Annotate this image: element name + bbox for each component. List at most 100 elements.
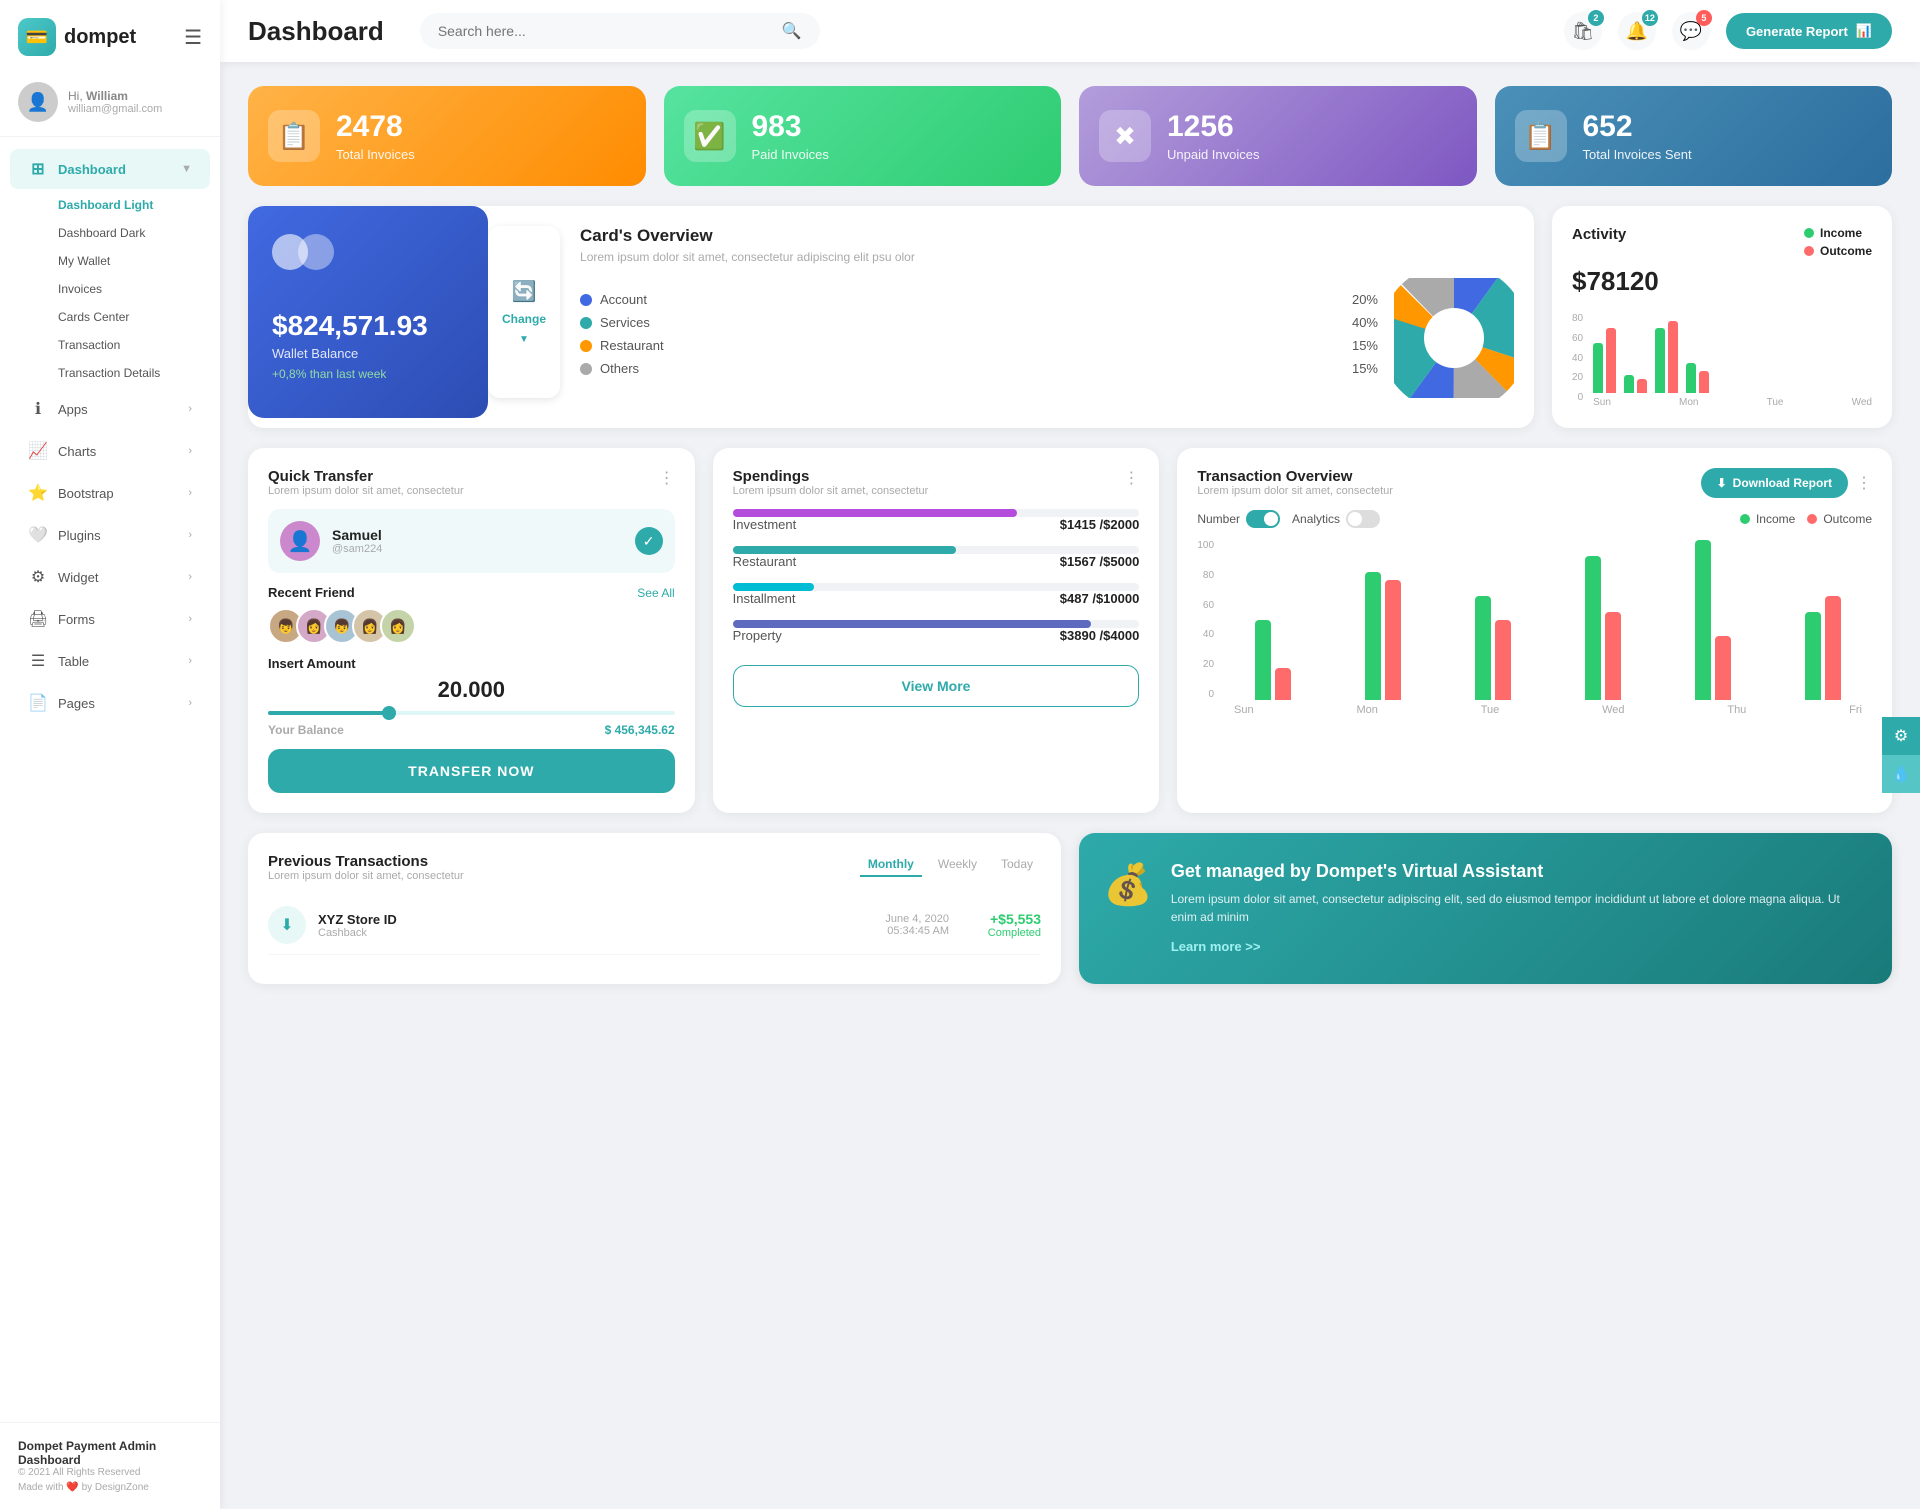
bootstrap-icon: ⭐ [28,483,48,503]
amount-label: Insert Amount [268,656,675,671]
to-bar-mon-income [1365,572,1381,700]
to-bar-group-tue [1444,596,1542,700]
to-more-icon[interactable]: ⋮ [1856,473,1872,493]
subnav-invoices[interactable]: Invoices [48,275,220,303]
tab-monthly[interactable]: Monthly [860,853,922,877]
va-desc: Lorem ipsum dolor sit amet, consectetur … [1171,890,1868,926]
stat-card-total-invoices: 📋 2478 Total Invoices [248,86,646,186]
bar-sun-outcome [1606,328,1616,393]
sp-title: Spendings [733,468,929,485]
settings-float-button[interactable]: ⚙ [1882,717,1920,755]
activity-yaxis: 80 60 40 20 0 [1572,313,1587,403]
tab-weekly[interactable]: Weekly [930,853,985,877]
bar-group-wed [1686,363,1709,393]
to-bar-group-wed [1554,556,1652,700]
wallet-card: $824,571.93 Wallet Balance +0,8% than la… [248,206,488,418]
footer-made: Made with ❤️ by DesignZone [18,1482,202,1493]
sidebar-item-label: Bootstrap [58,486,114,501]
to-bar-thu-income [1695,540,1711,700]
generate-report-label: Generate Report [1746,24,1848,39]
hamburger-icon[interactable]: ☰ [184,25,202,50]
widget-icon: ⚙ [28,567,48,587]
refresh-icon: 🔄 [512,279,537,304]
bar-mon-income [1624,375,1634,393]
sidebar-item-widget[interactable]: ⚙ Widget › [10,557,210,597]
sp-title-group: Spendings Lorem ipsum dolor sit amet, co… [733,468,929,497]
sidebar-item-pages[interactable]: 📄 Pages › [10,683,210,723]
sidebar-item-bootstrap[interactable]: ⭐ Bootstrap › [10,473,210,513]
bell-icon-btn[interactable]: 🔔 12 [1618,12,1656,50]
transfer-now-button[interactable]: TRANSFER NOW [268,749,675,793]
to-bar-labels: Sun Mon Tue Wed Thu Fri [1224,704,1872,716]
bar-sun-income [1593,343,1603,393]
chevron-right-icon: › [188,529,192,541]
see-all-link[interactable]: See All [637,586,674,600]
subnav-transaction-details[interactable]: Transaction Details [48,359,220,387]
virtual-assistant-card: 💰 Get managed by Dompet's Virtual Assist… [1079,833,1892,984]
va-learn-more-link[interactable]: Learn more >> [1171,939,1261,954]
others-dot [580,363,592,375]
co-services-row: Services 40% [580,315,1378,330]
sidebar-logo: 💳 dompet ☰ [0,0,220,68]
to-bar-fri-outcome [1825,596,1841,700]
to-yaxis: 100 80 60 40 20 0 [1197,540,1218,700]
subnav-dashboard-dark[interactable]: Dashboard Dark [48,219,220,247]
logo-icon: 💳 [18,18,56,56]
number-toggle: Number [1197,510,1280,528]
tx-download-icon: ⬇ [268,906,306,944]
sidebar-item-plugins[interactable]: 🤍 Plugins › [10,515,210,555]
view-more-button[interactable]: View More [733,665,1140,707]
subnav-my-wallet[interactable]: My Wallet [48,247,220,275]
download-report-button[interactable]: ⬇ Download Report [1701,468,1848,498]
qt-user-handle: @sam224 [332,543,623,555]
sidebar-item-table[interactable]: ☰ Table › [10,641,210,681]
number-toggle-label: Number [1197,512,1240,526]
spendings-more-icon[interactable]: ⋮ [1123,468,1139,488]
search-box: 🔍 [420,13,820,49]
more-options-icon[interactable]: ⋮ [659,468,675,488]
search-input[interactable] [438,23,774,39]
wallet-icon-btn[interactable]: 🛍 2 [1564,12,1602,50]
to-header: Transaction Overview Lorem ipsum dolor s… [1197,468,1872,498]
subnav-dashboard-light[interactable]: Dashboard Light [48,191,220,219]
restaurant-value: $1567 /$5000 [1060,554,1140,569]
subnav-cards-center[interactable]: Cards Center [48,303,220,331]
restaurant-pct: 15% [1352,338,1378,353]
table-icon: ☰ [28,651,48,671]
prev-tx-desc: Lorem ipsum dolor sit amet, consectetur [268,870,464,882]
to-outcome-dot [1807,514,1817,524]
amount-slider[interactable] [268,711,675,715]
co-restaurant-row: Restaurant 15% [580,338,1378,353]
chevron-right-icon: › [188,403,192,415]
to-legend: Income Outcome [1740,512,1872,526]
bar-tue-income [1655,328,1665,393]
wallet-cards-section: $824,571.93 Wallet Balance +0,8% than la… [248,206,1534,428]
activity-legend: Income Outcome [1804,226,1872,258]
friend-avatar-5[interactable]: 👩 [380,608,416,644]
footer-copy: © 2021 All Rights Reserved [18,1467,202,1478]
qt-header: Quick Transfer Lorem ipsum dolor sit ame… [268,468,675,497]
sp-desc: Lorem ipsum dolor sit amet, consectetur [733,485,929,497]
analytics-toggle-switch[interactable] [1346,510,1380,528]
income-dot [1804,228,1814,238]
sidebar-item-apps[interactable]: ℹ Apps › [10,389,210,429]
subnav-transaction[interactable]: Transaction [48,331,220,359]
sidebar-item-charts[interactable]: 📈 Charts › [10,431,210,471]
logo-text: dompet [64,26,136,49]
qt-friends-header: Recent Friend See All [268,585,675,600]
tab-today[interactable]: Today [993,853,1041,877]
analytics-toggle-label: Analytics [1292,512,1340,526]
sidebar-item-forms[interactable]: 🖨 Forms › [10,599,210,639]
sidebar-item-dashboard[interactable]: ⊞ Dashboard ▼ [10,149,210,189]
bar-tue-outcome [1668,321,1678,393]
qt-user-avatar: 👤 [280,521,320,561]
theme-float-button[interactable]: 💧 [1882,755,1920,793]
to-chart-container: 100 80 60 40 20 0 [1197,540,1872,716]
right-float-panel: ⚙ 💧 [1882,717,1920,793]
message-icon-btn[interactable]: 💬 5 [1672,12,1710,50]
number-toggle-switch[interactable] [1246,510,1280,528]
toggle-knob [1264,512,1278,526]
generate-report-button[interactable]: Generate Report 📊 [1726,13,1892,49]
unpaid-invoices-number: 1256 [1167,110,1260,143]
change-button[interactable]: 🔄 Change ▼ [488,226,560,398]
